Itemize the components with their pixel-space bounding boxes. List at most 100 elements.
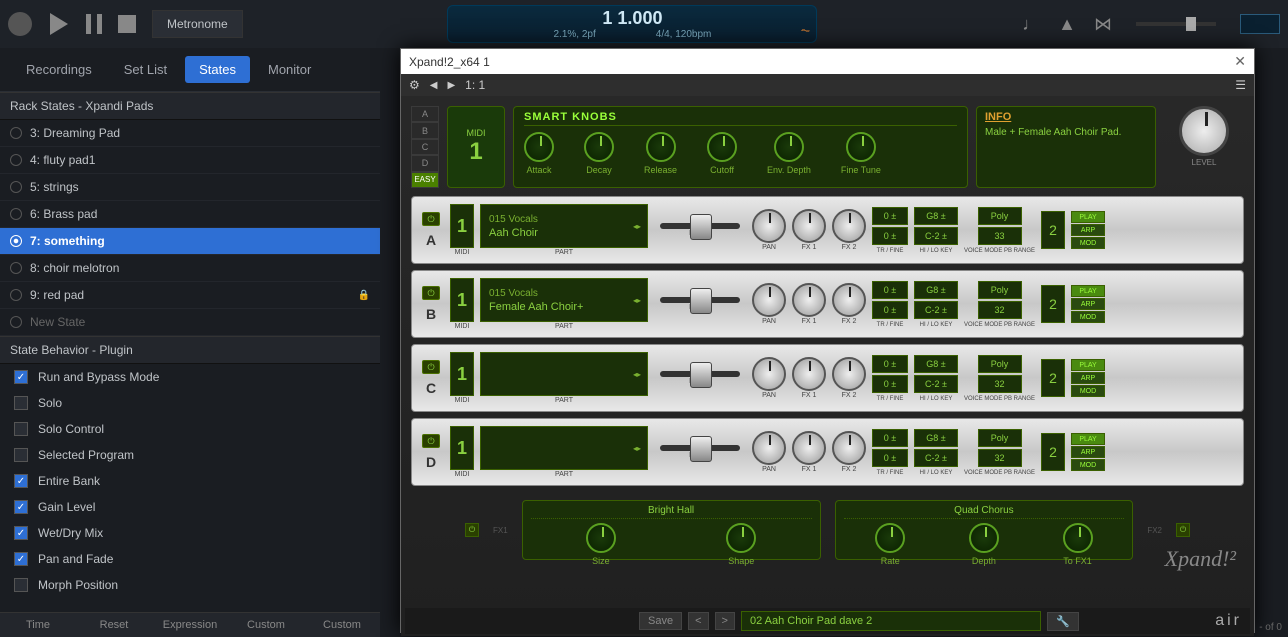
checkbox[interactable]: ✓ (14, 500, 28, 514)
transpose-cell[interactable]: 0 ± (872, 355, 908, 373)
state-item[interactable]: 5: strings (0, 174, 380, 201)
state-item[interactable]: 8: choir melotron (0, 255, 380, 282)
close-icon[interactable]: ✕ (1234, 53, 1246, 70)
part-tab-b[interactable]: B (411, 122, 439, 138)
knob-dial[interactable] (846, 132, 876, 162)
knob-dial[interactable] (1063, 523, 1093, 553)
footer-tab[interactable]: Expression (152, 612, 228, 637)
smart-knob-attack[interactable]: Attack (524, 132, 554, 175)
fx-knob-to-fx1[interactable]: To FX1 (1063, 523, 1093, 566)
preset-prev-button[interactable]: < (688, 612, 708, 630)
knob-dial[interactable] (524, 132, 554, 162)
level-fader[interactable]: LEVEL (654, 223, 746, 237)
knob-dial[interactable] (646, 132, 676, 162)
mod-button[interactable]: MOD (1071, 311, 1105, 323)
pb-cell[interactable]: 32 (978, 449, 1022, 467)
arp-button[interactable]: ARP (1071, 446, 1105, 458)
pause-button[interactable] (86, 14, 102, 34)
pb-cell[interactable]: 32 (978, 375, 1022, 393)
state-item[interactable]: 4: fluty pad1 (0, 147, 380, 174)
part-power-button[interactable]: ⏻ (422, 286, 440, 300)
tab-states[interactable]: States (185, 56, 250, 83)
pb-cell[interactable]: 33 (978, 227, 1022, 245)
volume-slider-1[interactable] (1136, 22, 1216, 26)
plugin-titlebar[interactable]: Xpand!2_x64 1 ✕ (401, 49, 1254, 74)
voice-mode-cell[interactable]: Poly (978, 355, 1022, 373)
play-button[interactable]: PLAY (1071, 285, 1105, 297)
checkbox[interactable]: ✓ (14, 474, 28, 488)
hi-key-cell[interactable]: G8 ± (914, 429, 958, 447)
fine-cell[interactable]: 0 ± (872, 375, 908, 393)
hi-key-cell[interactable]: G8 ± (914, 207, 958, 225)
transport-label[interactable]: Metronome (152, 10, 243, 38)
voice-mode-cell[interactable]: Poly (978, 281, 1022, 299)
part-midi-ch[interactable]: 1 (450, 426, 474, 470)
part-power-button[interactable]: ⏻ (422, 360, 440, 374)
level-knob[interactable] (1179, 106, 1229, 156)
fx2-send-knob[interactable]: FX 2 (832, 209, 866, 251)
preset-name[interactable]: 02 Aah Choir Pad dave 2 (741, 611, 1041, 631)
footer-tab[interactable]: Custom (228, 612, 304, 637)
fx2-send-knob[interactable]: FX 2 (832, 357, 866, 399)
state-item[interactable]: 3: Dreaming Pad (0, 120, 380, 147)
pb-range-cell[interactable]: 2 (1041, 359, 1065, 397)
checkbox[interactable] (14, 396, 28, 410)
checkbox[interactable]: ✓ (14, 526, 28, 540)
fx1-name[interactable]: Bright Hall (531, 505, 812, 519)
level-fader[interactable]: LEVEL (654, 371, 746, 385)
metronome-icon[interactable]: ▲ (1058, 14, 1076, 35)
fx2-send-knob[interactable]: FX 2 (832, 283, 866, 325)
part-power-button[interactable]: ⏻ (422, 212, 440, 226)
fx1-send-knob[interactable]: FX 1 (792, 431, 826, 473)
mod-button[interactable]: MOD (1071, 385, 1105, 397)
arp-button[interactable]: ARP (1071, 372, 1105, 384)
footer-tab[interactable]: Time (0, 612, 76, 637)
part-power-button[interactable]: ⏻ (422, 434, 440, 448)
patch-selector[interactable]: ◂▸ (480, 352, 648, 396)
pan-knob[interactable]: PAN (752, 283, 786, 325)
checkbox[interactable] (14, 448, 28, 462)
voice-mode-cell[interactable]: Poly (978, 207, 1022, 225)
pan-knob[interactable]: PAN (752, 431, 786, 473)
fx1-send-knob[interactable]: FX 1 (792, 283, 826, 325)
pb-range-cell[interactable]: 2 (1041, 285, 1065, 323)
fx-knob-size[interactable]: Size (586, 523, 616, 566)
play-button[interactable]: PLAY (1071, 211, 1105, 223)
state-item[interactable]: 7: something (0, 228, 380, 255)
checkbox[interactable] (14, 422, 28, 436)
note-icon[interactable]: ♩ (1022, 14, 1040, 35)
pan-knob[interactable]: PAN (752, 357, 786, 399)
smart-knob-env-depth[interactable]: Env. Depth (767, 132, 811, 175)
knob-dial[interactable] (726, 523, 756, 553)
lo-key-cell[interactable]: C-2 ± (914, 227, 958, 245)
arp-button[interactable]: ARP (1071, 298, 1105, 310)
prev-preset-icon[interactable]: ◀ (430, 80, 438, 91)
knob-dial[interactable] (969, 523, 999, 553)
part-tab-a[interactable]: A (411, 106, 439, 122)
fx2-power[interactable]: ⏻ (1176, 523, 1190, 537)
knob-dial[interactable] (586, 523, 616, 553)
footer-tab[interactable]: Custom (304, 612, 380, 637)
lo-key-cell[interactable]: C-2 ± (914, 301, 958, 319)
tab-set-list[interactable]: Set List (110, 56, 181, 83)
hi-key-cell[interactable]: G8 ± (914, 281, 958, 299)
part-midi-ch[interactable]: 1 (450, 278, 474, 322)
patch-selector[interactable]: ◂▸ (480, 426, 648, 470)
next-preset-icon[interactable]: ▶ (447, 80, 455, 91)
fx1-send-knob[interactable]: FX 1 (792, 209, 826, 251)
checkbox[interactable] (14, 578, 28, 592)
settings-icon[interactable]: ⚙ (409, 78, 420, 92)
knob-dial[interactable] (584, 132, 614, 162)
transpose-cell[interactable]: 0 ± (872, 281, 908, 299)
fx1-power[interactable]: ⏻ (465, 523, 479, 537)
lo-key-cell[interactable]: C-2 ± (914, 449, 958, 467)
checkbox[interactable]: ✓ (14, 552, 28, 566)
pb-range-cell[interactable]: 2 (1041, 211, 1065, 249)
save-button[interactable]: Save (639, 612, 682, 630)
knob-dial[interactable] (875, 523, 905, 553)
stop-button[interactable] (118, 15, 136, 33)
knob-dial[interactable] (774, 132, 804, 162)
fine-cell[interactable]: 0 ± (872, 301, 908, 319)
play-button[interactable]: PLAY (1071, 433, 1105, 445)
pan-knob[interactable]: PAN (752, 209, 786, 251)
